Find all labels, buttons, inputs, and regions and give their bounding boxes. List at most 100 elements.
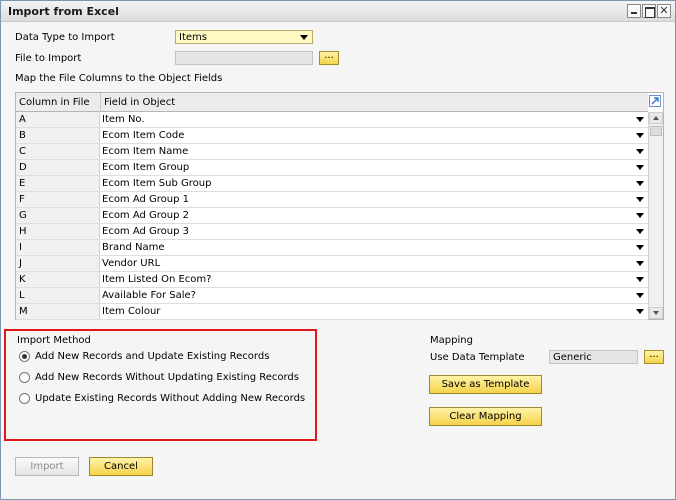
maximize-icon[interactable]: [642, 4, 656, 18]
scroll-thumb[interactable]: [650, 126, 662, 136]
chevron-down-icon[interactable]: [636, 165, 644, 170]
table-header: Column in File Field in Object: [16, 93, 648, 112]
column-letter: F: [19, 194, 25, 205]
table-row[interactable]: D Ecom Item Group: [16, 160, 648, 176]
scroll-up-icon[interactable]: [649, 112, 663, 124]
field-value: Ecom Item Code: [102, 130, 185, 141]
browse-template-button[interactable]: ...: [644, 350, 664, 364]
use-data-template-label: Use Data Template: [430, 352, 525, 363]
file-to-import-field[interactable]: [175, 51, 313, 65]
import-method-title: Import Method: [17, 335, 91, 346]
column-cell: B: [16, 128, 100, 143]
column-cell: D: [16, 160, 100, 175]
table-row[interactable]: L Available For Sale?: [16, 288, 648, 304]
column-letter: I: [19, 242, 22, 253]
radio-add-without-updating[interactable]: [19, 372, 30, 383]
column-cell: M: [16, 304, 100, 319]
table-row[interactable]: E Ecom Item Sub Group: [16, 176, 648, 192]
chevron-down-icon[interactable]: [636, 293, 644, 298]
import-from-excel-window: Import from Excel ✕ Data Type to Import …: [0, 0, 676, 500]
mapping-title: Mapping: [430, 335, 473, 346]
column-letter: M: [19, 306, 28, 317]
file-to-import-label: File to Import: [15, 53, 82, 64]
table-row[interactable]: K Item Listed On Ecom?: [16, 272, 648, 288]
column-cell: C: [16, 144, 100, 159]
radio-update-without-adding[interactable]: [19, 393, 30, 404]
scroll-down-icon[interactable]: [649, 307, 663, 319]
data-template-field[interactable]: Generic: [549, 350, 638, 364]
column-letter: H: [19, 226, 27, 237]
table-row[interactable]: F Ecom Ad Group 1: [16, 192, 648, 208]
column-letter: J: [19, 258, 22, 269]
table-row[interactable]: J Vendor URL: [16, 256, 648, 272]
table-row[interactable]: A Item No.: [16, 112, 648, 128]
table-row[interactable]: M Item Colour: [16, 304, 648, 320]
radio-label-add-and-update[interactable]: Add New Records and Update Existing Reco…: [35, 351, 269, 362]
field-value: Available For Sale?: [102, 290, 196, 301]
table-scrollbar[interactable]: [648, 112, 663, 319]
chevron-down-icon[interactable]: [636, 245, 644, 250]
minimize-icon[interactable]: [627, 4, 641, 18]
header-column-in-file: Column in File: [19, 97, 90, 108]
chevron-down-icon[interactable]: [636, 213, 644, 218]
field-value: Ecom Item Group: [102, 162, 190, 173]
column-cell: G: [16, 208, 100, 223]
field-value: Item Colour: [102, 306, 161, 317]
table-row[interactable]: C Ecom Item Name: [16, 144, 648, 160]
table-row[interactable]: H Ecom Ad Group 3: [16, 224, 648, 240]
data-type-label: Data Type to Import: [15, 32, 115, 43]
chevron-down-icon[interactable]: [636, 229, 644, 234]
column-cell: K: [16, 272, 100, 287]
save-as-template-button[interactable]: Save as Template: [429, 375, 542, 394]
clear-mapping-button[interactable]: Clear Mapping: [429, 407, 542, 426]
chevron-down-icon[interactable]: [636, 117, 644, 122]
column-mapping-table: Column in File Field in Object A Item No.…: [15, 92, 664, 320]
column-cell: F: [16, 192, 100, 207]
field-value: Ecom Item Sub Group: [102, 178, 212, 189]
title-bar[interactable]: Import from Excel ✕: [1, 1, 675, 22]
map-columns-label: Map the File Columns to the Object Field…: [15, 73, 223, 84]
close-icon[interactable]: ✕: [657, 4, 671, 18]
column-cell: E: [16, 176, 100, 191]
field-value: Item Listed On Ecom?: [102, 274, 212, 285]
radio-label-update-without-adding[interactable]: Update Existing Records Without Adding N…: [35, 393, 305, 404]
radio-label-add-without-updating[interactable]: Add New Records Without Updating Existin…: [35, 372, 299, 383]
data-type-value: Items: [179, 32, 207, 43]
column-letter: K: [19, 274, 26, 285]
chevron-down-icon[interactable]: [636, 197, 644, 202]
column-cell: I: [16, 240, 100, 255]
window-title: Import from Excel: [8, 5, 119, 18]
table-row[interactable]: I Brand Name: [16, 240, 648, 256]
chevron-down-icon[interactable]: [636, 149, 644, 154]
table-row[interactable]: G Ecom Ad Group 2: [16, 208, 648, 224]
browse-file-button[interactable]: ...: [319, 51, 339, 65]
column-letter: G: [19, 210, 27, 221]
column-cell: L: [16, 288, 100, 303]
chevron-down-icon[interactable]: [636, 261, 644, 266]
field-value: Ecom Ad Group 3: [102, 226, 190, 237]
field-value: Item No.: [102, 114, 145, 125]
table-row[interactable]: B Ecom Item Code: [16, 128, 648, 144]
header-divider: [100, 93, 101, 112]
column-letter: D: [19, 162, 27, 173]
chevron-down-icon: [300, 35, 308, 40]
column-cell: A: [16, 112, 100, 127]
table-rows: A Item No. B Ecom Item Code C Ecom Item Nam…: [16, 112, 648, 320]
expand-icon[interactable]: [649, 95, 661, 107]
radio-add-and-update[interactable]: [19, 351, 30, 362]
field-value: Ecom Ad Group 1: [102, 194, 190, 205]
data-type-dropdown[interactable]: Items: [175, 30, 313, 44]
chevron-down-icon[interactable]: [636, 181, 644, 186]
field-value: Vendor URL: [102, 258, 161, 269]
column-letter: C: [19, 146, 26, 157]
column-letter: B: [19, 130, 26, 141]
chevron-down-icon[interactable]: [636, 133, 644, 138]
column-letter: A: [19, 114, 26, 125]
column-letter: E: [19, 178, 26, 189]
chevron-down-icon[interactable]: [636, 277, 644, 282]
import-button[interactable]: Import: [15, 457, 79, 476]
chevron-down-icon[interactable]: [636, 309, 644, 314]
field-value: Ecom Ad Group 2: [102, 210, 190, 221]
column-cell: J: [16, 256, 100, 271]
cancel-button[interactable]: Cancel: [89, 457, 153, 476]
